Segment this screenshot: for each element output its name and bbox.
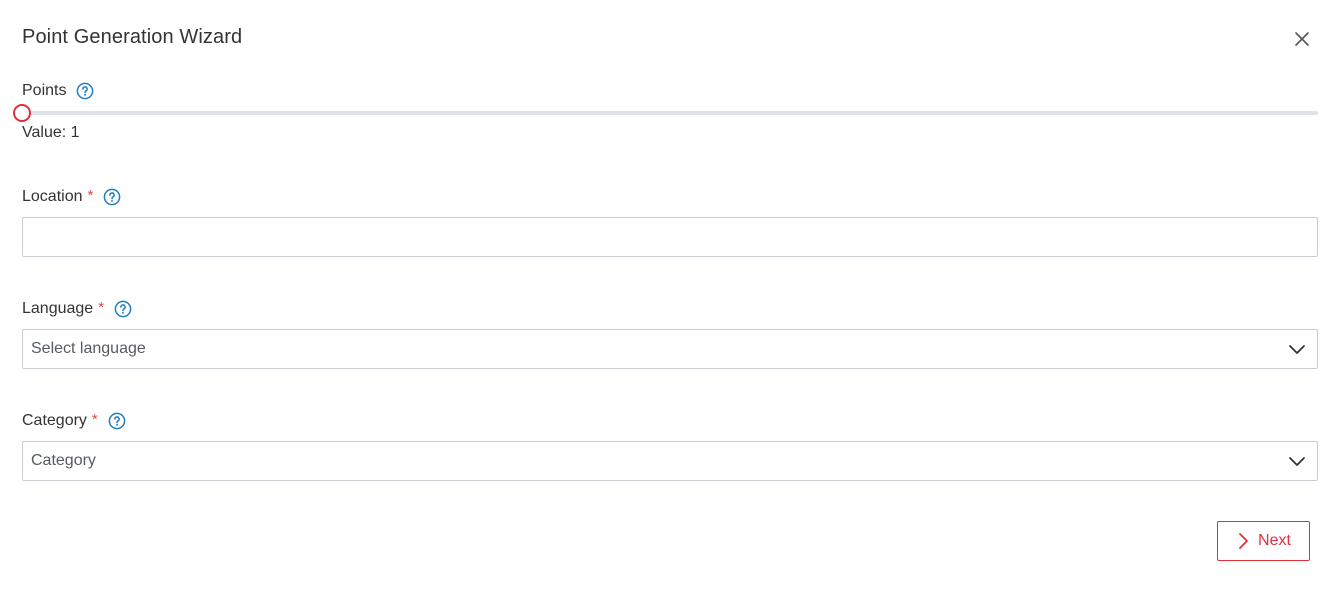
required-mark: * (91, 410, 98, 428)
close-icon (1295, 32, 1309, 46)
category-select-placeholder: Category (31, 452, 96, 469)
language-select-placeholder: Select language (31, 340, 146, 357)
next-button[interactable]: Next (1217, 521, 1310, 561)
help-circle-icon[interactable] (114, 300, 132, 318)
points-label-row: Points (22, 80, 94, 102)
location-label: Location (22, 188, 83, 205)
location-input[interactable] (22, 217, 1318, 257)
language-label: Language (22, 300, 94, 317)
help-circle-icon[interactable] (103, 188, 121, 206)
language-select[interactable]: Select language (22, 329, 1318, 369)
chevron-down-icon (1287, 451, 1307, 471)
points-value-text: Value: 1 (22, 124, 80, 141)
required-mark: * (98, 298, 105, 316)
language-label-row: Language * (22, 298, 132, 320)
help-circle-icon[interactable] (76, 82, 94, 100)
category-label: Category (22, 412, 87, 429)
next-button-label: Next (1258, 532, 1291, 549)
point-generation-dialog: Point Generation Wizard Points Value: 1 … (0, 0, 1340, 591)
points-slider-track[interactable] (22, 111, 1318, 115)
close-button[interactable] (1290, 27, 1314, 51)
chevron-right-icon (1239, 533, 1248, 549)
chevron-down-icon (1287, 339, 1307, 359)
location-label-row: Location * (22, 186, 121, 208)
help-circle-icon[interactable] (108, 412, 126, 430)
dialog-title: Point Generation Wizard (22, 26, 243, 48)
category-select[interactable]: Category (22, 441, 1318, 481)
points-slider-thumb[interactable] (13, 104, 31, 122)
points-label: Points (22, 82, 67, 99)
required-mark: * (87, 186, 94, 204)
category-label-row: Category * (22, 410, 126, 432)
